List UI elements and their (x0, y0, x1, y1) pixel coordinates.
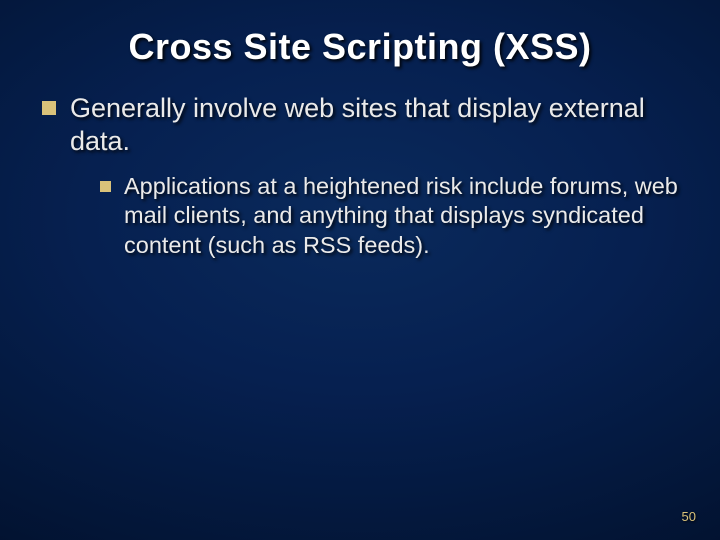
slide-title: Cross Site Scripting (XSS) (0, 0, 720, 68)
bullet-text: Generally involve web sites that display… (70, 92, 678, 158)
page-number: 50 (682, 509, 696, 524)
square-bullet-icon (42, 101, 56, 115)
bullet-level1: Generally involve web sites that display… (42, 92, 678, 158)
square-bullet-icon (100, 181, 111, 192)
slide: Cross Site Scripting (XSS) Generally inv… (0, 0, 720, 540)
slide-content: Generally involve web sites that display… (0, 68, 720, 260)
bullet-text: Applications at a heightened risk includ… (124, 172, 678, 260)
bullet-level2: Applications at a heightened risk includ… (42, 172, 678, 260)
